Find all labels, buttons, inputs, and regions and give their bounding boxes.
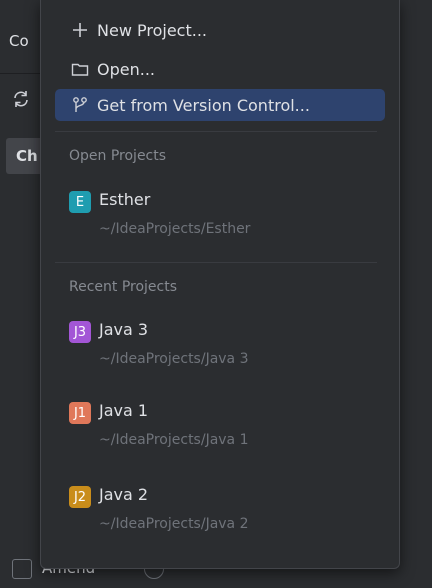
get-from-vcs-label: Get from Version Control... bbox=[97, 95, 310, 115]
right-strip bbox=[398, 0, 432, 588]
recent-project-item[interactable]: J2 Java 2 ~/IdeaProjects/Java 2 bbox=[55, 484, 385, 544]
project-badge: J1 bbox=[69, 402, 91, 424]
project-name: Java 3 bbox=[99, 320, 149, 339]
separator bbox=[55, 131, 377, 132]
project-name: Java 1 bbox=[99, 401, 149, 420]
new-project-item[interactable]: New Project... bbox=[55, 14, 385, 46]
project-badge: J3 bbox=[69, 321, 91, 343]
divider bbox=[0, 73, 40, 74]
recent-projects-header: Recent Projects bbox=[69, 279, 178, 295]
plus-icon bbox=[69, 19, 91, 41]
open-projects-header: Open Projects bbox=[69, 148, 167, 164]
open-label: Open... bbox=[97, 59, 155, 79]
project-path: ~/IdeaProjects/Java 3 bbox=[99, 351, 249, 367]
branch-icon bbox=[69, 94, 91, 116]
project-name: Esther bbox=[99, 190, 151, 209]
refresh-icon[interactable] bbox=[10, 88, 32, 110]
folder-icon bbox=[69, 58, 91, 80]
recent-project-item[interactable]: J3 Java 3 ~/IdeaProjects/Java 3 bbox=[55, 319, 385, 379]
changes-label-truncated: Ch bbox=[16, 147, 38, 165]
commit-label-truncated: Co bbox=[9, 32, 29, 50]
open-item[interactable]: Open... bbox=[55, 53, 385, 85]
project-path: ~/IdeaProjects/Java 1 bbox=[99, 432, 249, 448]
project-name: Java 2 bbox=[99, 485, 149, 504]
new-project-label: New Project... bbox=[97, 20, 207, 40]
project-path: ~/IdeaProjects/Java 2 bbox=[99, 516, 249, 532]
amend-checkbox[interactable] bbox=[12, 559, 32, 579]
get-from-vcs-item[interactable]: Get from Version Control... bbox=[55, 89, 385, 121]
recent-project-item[interactable]: J1 Java 1 ~/IdeaProjects/Java 1 bbox=[55, 400, 385, 460]
project-badge: J2 bbox=[69, 486, 91, 508]
project-switcher-popup: New Project... Open... Get from Version … bbox=[40, 0, 400, 569]
project-badge: E bbox=[69, 191, 91, 213]
project-path: ~/IdeaProjects/Esther bbox=[99, 221, 251, 237]
separator bbox=[55, 262, 377, 263]
open-project-item[interactable]: E Esther ~/IdeaProjects/Esther bbox=[55, 189, 385, 249]
